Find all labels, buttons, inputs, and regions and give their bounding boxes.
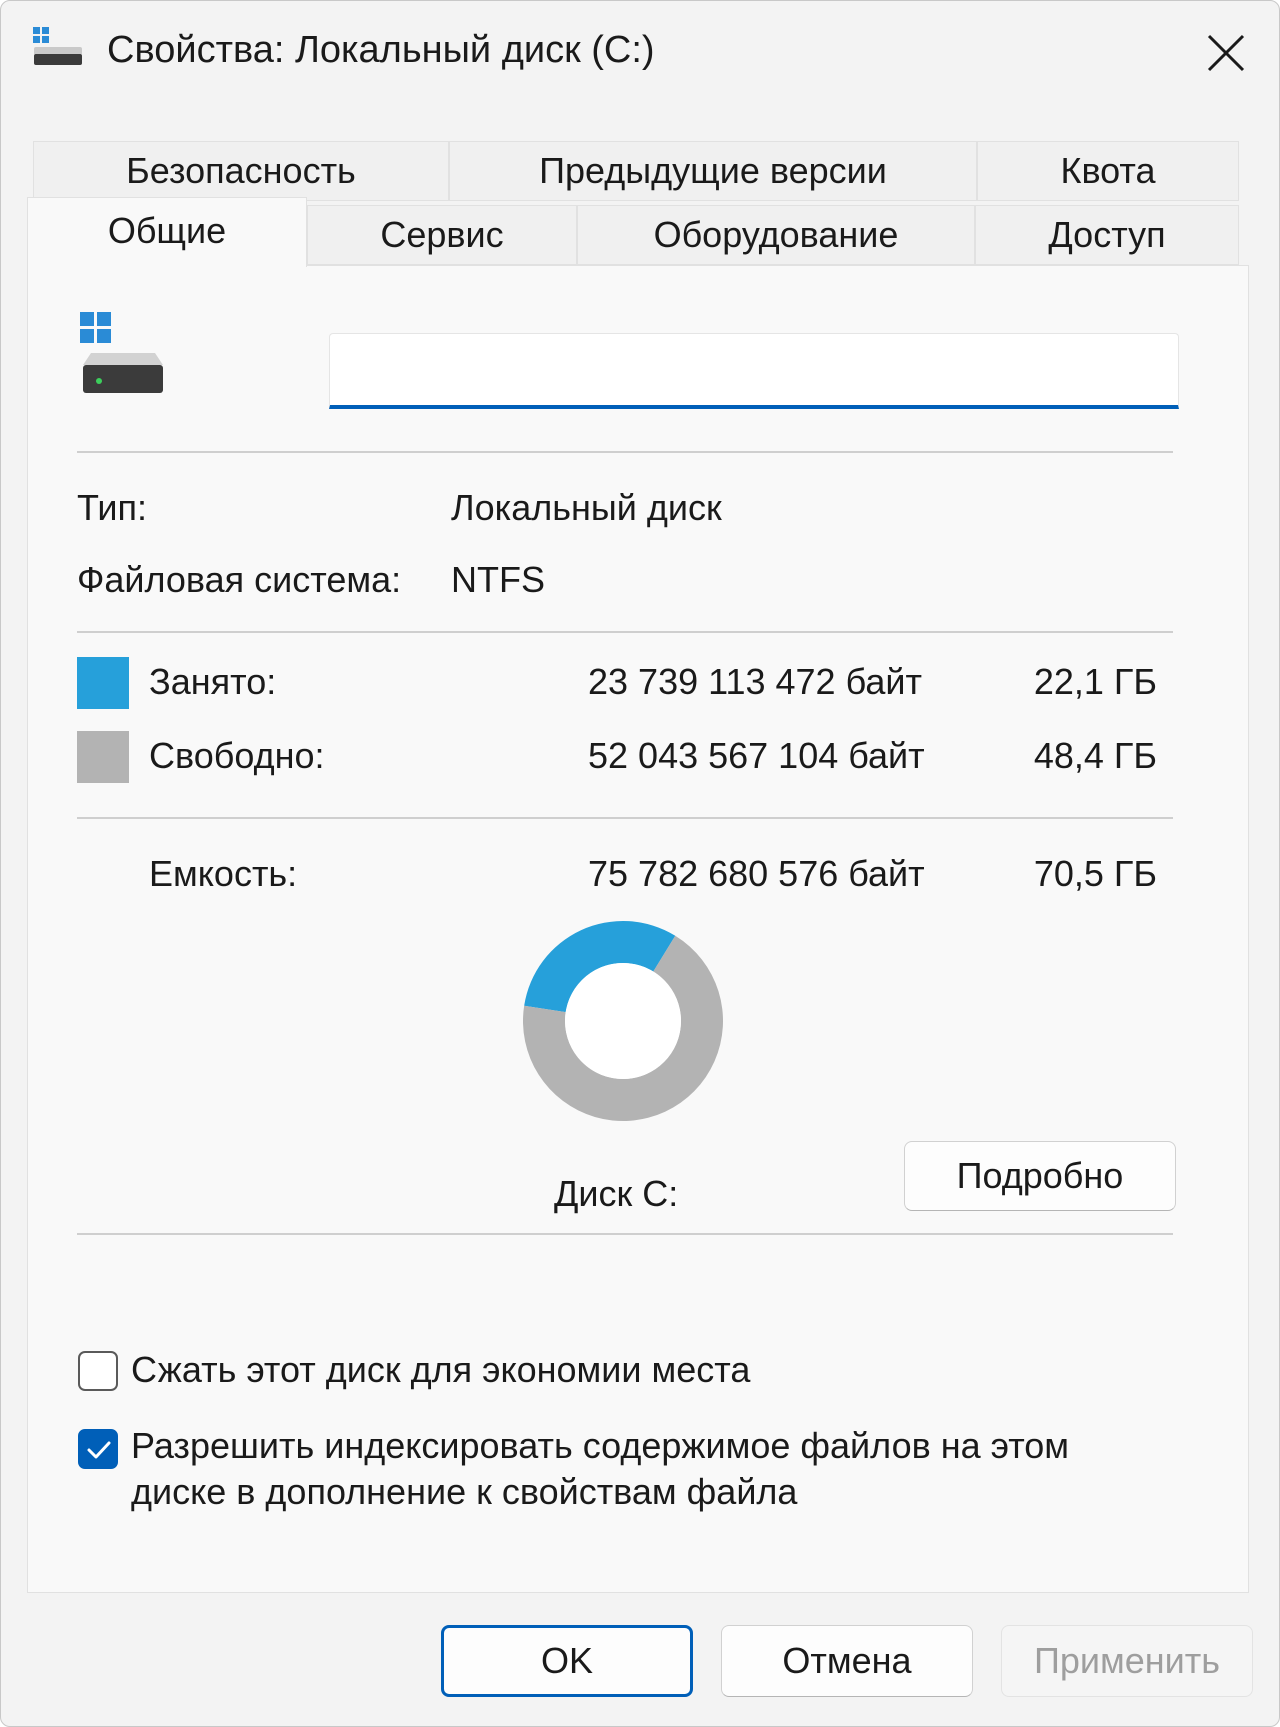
tab-sharing[interactable]: Доступ	[975, 205, 1239, 265]
cancel-button[interactable]: Отмена	[721, 1625, 973, 1697]
drive-name-input[interactable]	[329, 333, 1179, 409]
free-space-bytes: 52 043 567 104 байт	[588, 735, 925, 776]
tab-quota[interactable]: Квота	[977, 141, 1239, 201]
checkmark-icon	[87, 1441, 111, 1459]
details-button[interactable]: Подробно	[904, 1141, 1176, 1211]
capacity-size: 70,5 ГБ	[1033, 853, 1157, 894]
separator	[77, 817, 1173, 819]
used-space-bytes: 23 739 113 472 байт	[588, 661, 922, 702]
free-space-size: 48,4 ГБ	[1033, 735, 1157, 776]
close-button[interactable]	[1191, 23, 1261, 83]
properties-window: Свойства: Локальный диск (C:) Безопаснос…	[0, 0, 1280, 1727]
tab-previous-versions[interactable]: Предыдущие версии	[449, 141, 977, 201]
local-disk-icon	[80, 312, 163, 393]
tab-service[interactable]: Сервис	[307, 205, 577, 265]
type-value: Локальный диск	[451, 487, 722, 528]
type-label: Тип:	[77, 487, 148, 528]
title-bar[interactable]: Свойства: Локальный диск (C:)	[1, 1, 1279, 111]
file-system-label: Файловая система:	[77, 559, 402, 600]
disk-label: Диск C:	[554, 1173, 679, 1214]
free-space-label: Свободно:	[149, 735, 325, 776]
disk-usage-donut-chart	[523, 921, 723, 1121]
window-title: Свойства: Локальный диск (C:)	[107, 29, 655, 71]
allow-indexing-label-line-2: диске в дополнение к свойствам файла	[131, 1471, 798, 1512]
drive-icon	[33, 27, 82, 65]
used-space-label: Занято:	[149, 661, 277, 702]
compress-drive-checkbox[interactable]	[78, 1351, 118, 1391]
tab-hardware[interactable]: Оборудование	[577, 205, 975, 265]
capacity-label: Емкость:	[149, 853, 298, 894]
ok-button[interactable]: OK	[441, 1625, 693, 1697]
separator	[77, 631, 1173, 633]
compress-drive-label: Сжать этот диск для экономии места	[131, 1349, 751, 1390]
separator	[77, 1233, 1173, 1235]
used-space-swatch	[77, 657, 129, 709]
allow-indexing-label: Разрешить индексировать содержимое файло…	[131, 1423, 1069, 1515]
apply-button[interactable]: Применить	[1001, 1625, 1253, 1697]
donut-hole	[565, 963, 681, 1079]
close-icon	[1207, 34, 1245, 72]
free-space-swatch	[77, 731, 129, 783]
used-space-size: 22,1 ГБ	[1033, 661, 1157, 702]
tab-general[interactable]: Общие	[27, 197, 307, 267]
allow-indexing-label-line-1: Разрешить индексировать содержимое файло…	[131, 1425, 1070, 1466]
allow-indexing-checkbox[interactable]	[78, 1429, 118, 1469]
separator	[77, 451, 1173, 453]
file-system-value: NTFS	[451, 559, 545, 600]
capacity-bytes: 75 782 680 576 байт	[588, 853, 925, 894]
tab-security[interactable]: Безопасность	[33, 141, 449, 201]
